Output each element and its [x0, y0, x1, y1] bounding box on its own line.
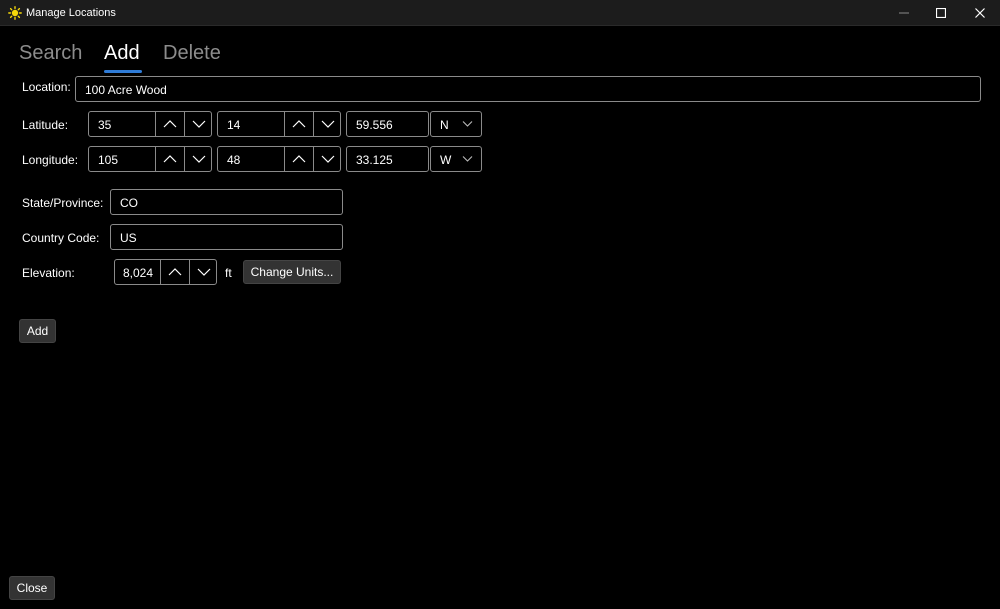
latitude-seconds-input[interactable]: 59.556: [346, 111, 429, 137]
longitude-minutes-value: 48: [227, 153, 241, 167]
chevron-down-icon: [192, 155, 206, 163]
longitude-seconds-value: 33.125: [356, 153, 393, 167]
chevron-up-icon: [163, 120, 177, 128]
longitude-degrees-stepper[interactable]: 105: [88, 146, 212, 172]
location-label: Location:: [22, 80, 71, 94]
elevation-value: 8,024: [123, 266, 154, 280]
chevron-up-icon: [292, 120, 306, 128]
state-label: State/Province:: [22, 196, 104, 210]
maximize-button[interactable]: [923, 0, 959, 26]
state-value: CO: [120, 196, 138, 210]
chevron-down-icon: [462, 121, 473, 127]
elevation-down-button[interactable]: [189, 259, 218, 285]
latitude-label: Latitude:: [22, 118, 69, 132]
elevation-up-button[interactable]: [160, 259, 189, 285]
close-window-button[interactable]: [962, 0, 998, 26]
elevation-unit: ft: [225, 266, 232, 280]
country-label: Country Code:: [22, 231, 100, 245]
elevation-stepper[interactable]: 8,024: [114, 259, 217, 285]
longitude-seconds-input[interactable]: 33.125: [346, 146, 429, 172]
tab-add[interactable]: Add: [104, 42, 140, 65]
longitude-degrees-value: 105: [98, 153, 119, 167]
close-button[interactable]: Close: [9, 576, 55, 600]
longitude-minutes-stepper[interactable]: 48: [217, 146, 341, 172]
tab-delete[interactable]: Delete: [163, 42, 221, 65]
chevron-down-icon: [462, 156, 473, 162]
latitude-hemisphere-select[interactable]: N: [430, 111, 482, 137]
latitude-hemisphere-value: N: [440, 118, 449, 132]
latitude-minutes-value: 14: [227, 118, 241, 132]
chevron-down-icon: [321, 155, 335, 163]
longitude-label: Longitude:: [22, 153, 79, 167]
longitude-degrees-down-button[interactable]: [184, 146, 213, 172]
chevron-up-icon: [168, 268, 182, 276]
title-bar: Manage Locations: [0, 0, 1000, 26]
tab-search[interactable]: Search: [19, 42, 82, 65]
chevron-up-icon: [163, 155, 177, 163]
location-input[interactable]: 100 Acre Wood: [75, 76, 981, 102]
longitude-minutes-up-button[interactable]: [284, 146, 313, 172]
longitude-hemisphere-select[interactable]: W: [430, 146, 482, 172]
chevron-up-icon: [292, 155, 306, 163]
latitude-degrees-stepper[interactable]: 35: [88, 111, 212, 137]
window-title: Manage Locations: [26, 7, 116, 19]
longitude-minutes-down-button[interactable]: [313, 146, 342, 172]
latitude-minutes-stepper[interactable]: 14: [217, 111, 341, 137]
close-icon: [975, 8, 985, 18]
minimize-icon: [899, 12, 909, 14]
country-value: US: [120, 231, 137, 245]
latitude-minutes-down-button[interactable]: [313, 111, 342, 137]
latitude-degrees-up-button[interactable]: [155, 111, 184, 137]
sun-icon: [8, 6, 22, 20]
latitude-degrees-value: 35: [98, 118, 112, 132]
add-button[interactable]: Add: [19, 319, 56, 343]
country-input[interactable]: US: [110, 224, 343, 250]
latitude-minutes-up-button[interactable]: [284, 111, 313, 137]
minimize-button[interactable]: [886, 0, 922, 26]
chevron-down-icon: [321, 120, 335, 128]
active-tab-indicator: [104, 70, 142, 73]
change-units-button[interactable]: Change Units...: [243, 260, 341, 284]
maximize-icon: [936, 8, 946, 18]
state-input[interactable]: CO: [110, 189, 343, 215]
location-value: 100 Acre Wood: [85, 83, 167, 97]
elevation-label: Elevation:: [22, 266, 75, 280]
chevron-down-icon: [197, 268, 211, 276]
longitude-degrees-up-button[interactable]: [155, 146, 184, 172]
latitude-seconds-value: 59.556: [356, 118, 393, 132]
latitude-degrees-down-button[interactable]: [184, 111, 213, 137]
chevron-down-icon: [192, 120, 206, 128]
longitude-hemisphere-value: W: [440, 153, 452, 167]
